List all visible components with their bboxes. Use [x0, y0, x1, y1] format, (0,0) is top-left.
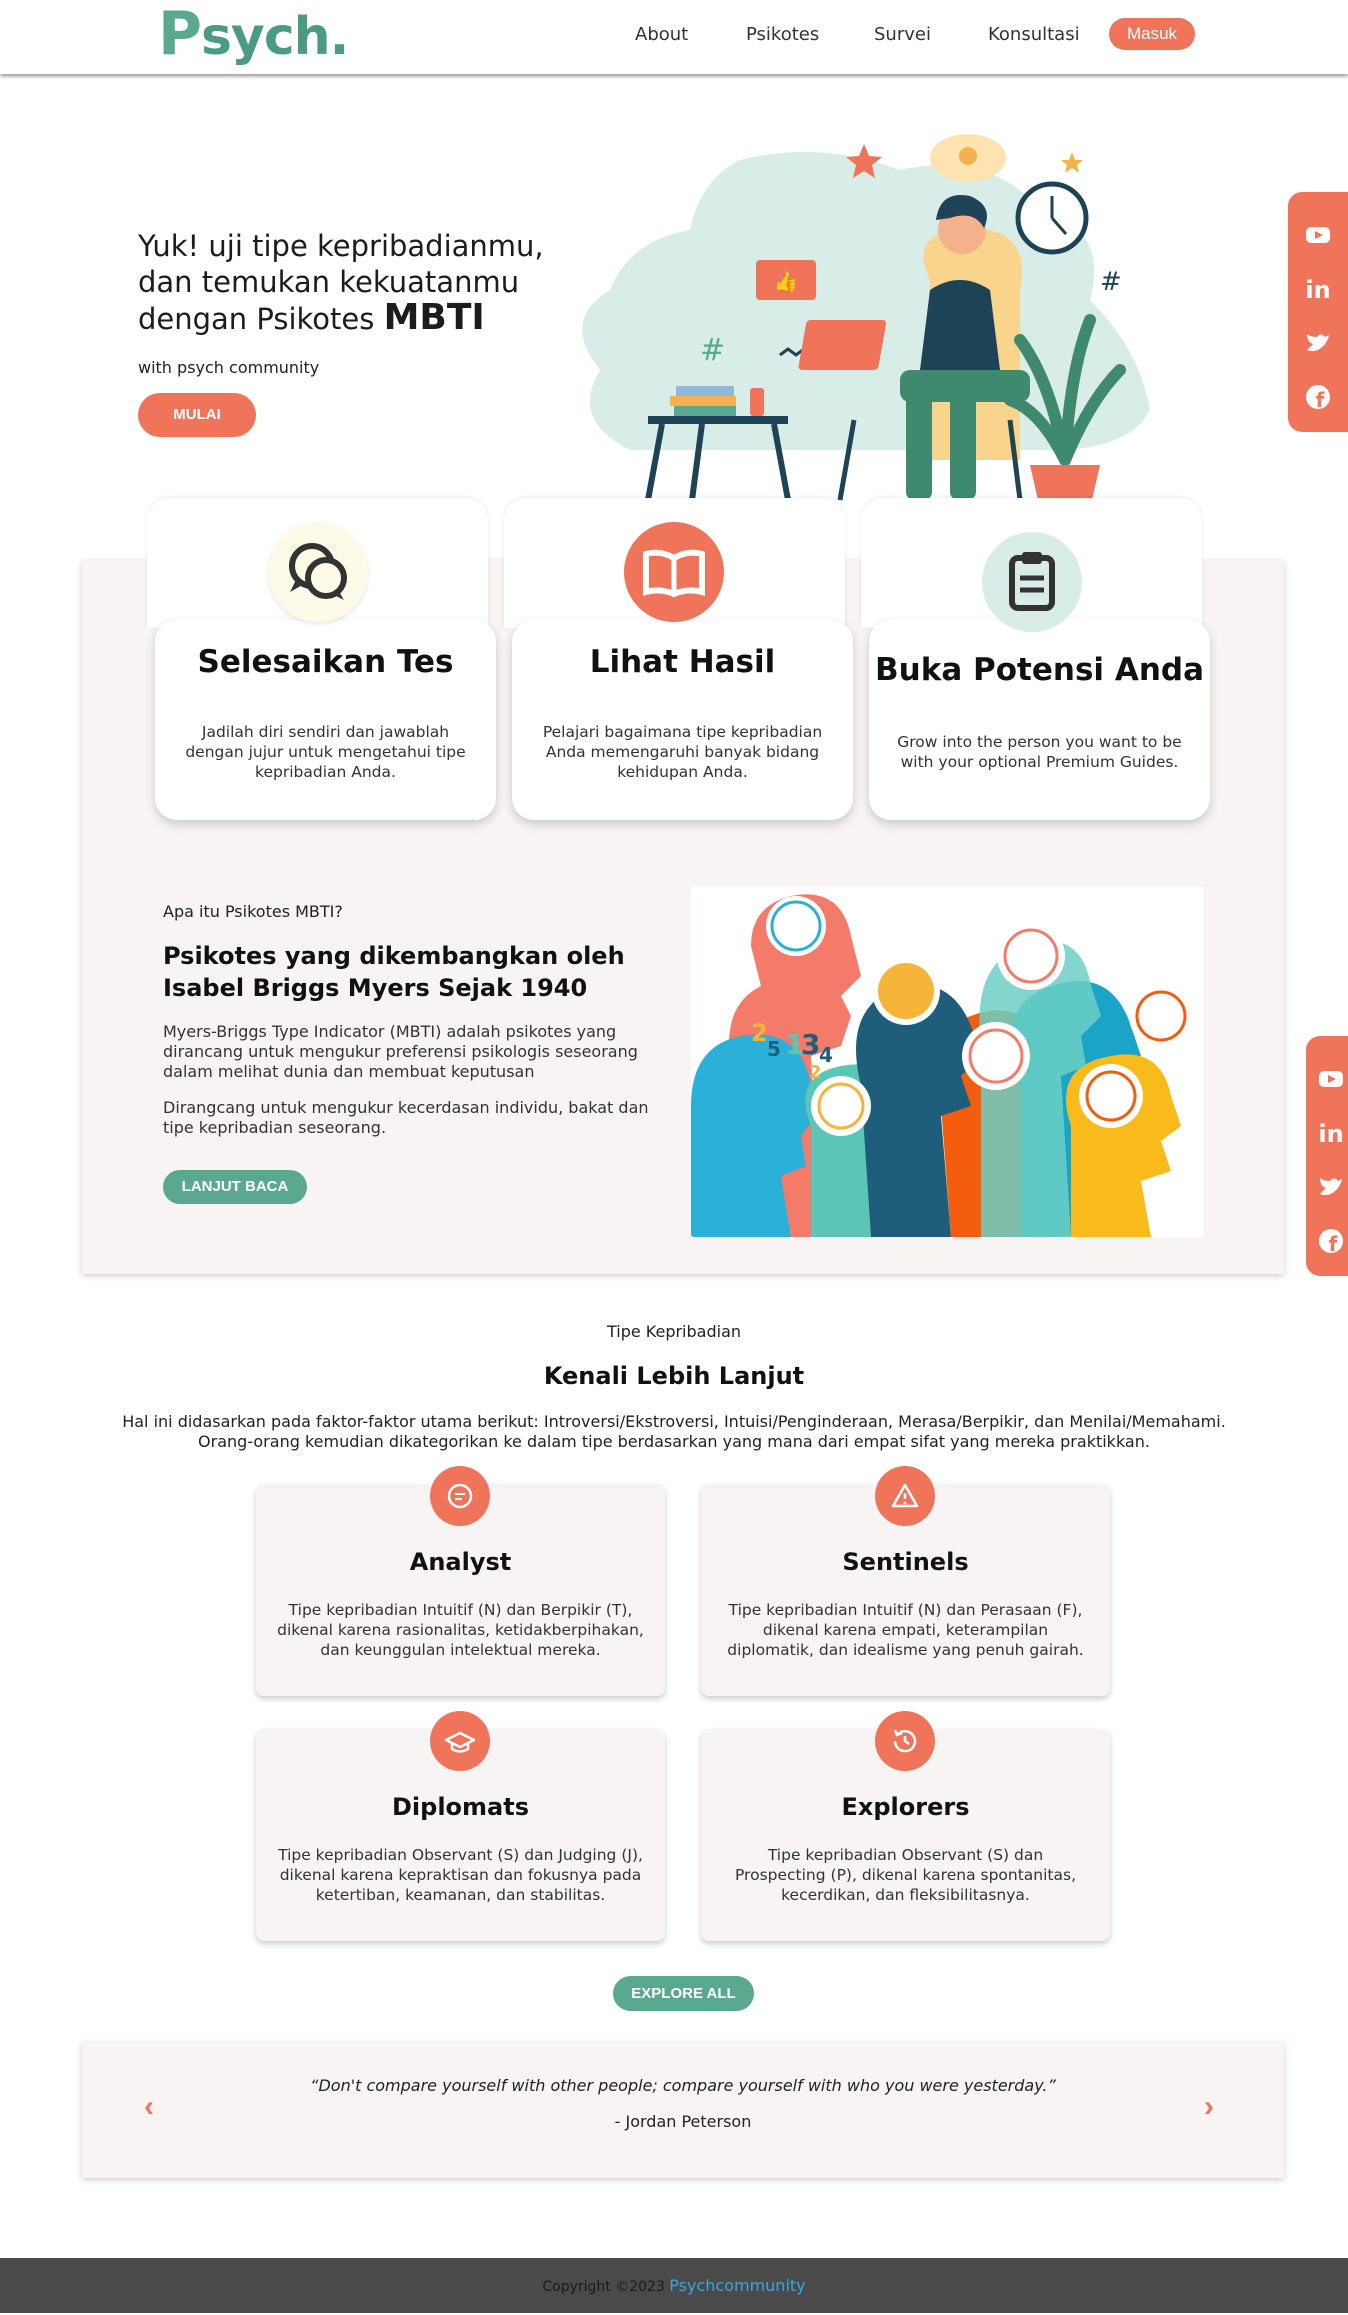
mbti-paragraph-2: Dirangcang untuk mengukur kecerdasan ind… — [163, 1098, 649, 1137]
hero-title: Yuk! uji tipe kepribadianmu, dan temukan… — [138, 229, 544, 338]
nav-link-psikotes[interactable]: Psikotes — [746, 24, 819, 45]
footer: Copyright ©2023 Psychcommunity — [0, 2258, 1348, 2313]
logo[interactable]: Psych. — [158, 4, 349, 67]
svg-text:f: f — [1316, 388, 1325, 412]
twitter-icon[interactable] — [1316, 1172, 1346, 1202]
read-more-button[interactable]: LANJUT BACA — [163, 1170, 307, 1204]
personality-heads-illustration: 2 4 5 1 3 4 2 — [691, 886, 1203, 1237]
login-button[interactable]: Masuk — [1109, 18, 1195, 50]
quote-text: “Don't compare yourself with other peopl… — [310, 2076, 1056, 2095]
type-card-diplomats[interactable]: Diplomats Tipe kepribadian Observant (S)… — [256, 1711, 665, 1941]
svg-text:#: # — [1100, 267, 1122, 297]
nav-link-about[interactable]: About — [635, 24, 688, 45]
clipboard-icon — [982, 532, 1082, 632]
svg-text:in: in — [1305, 276, 1330, 304]
svg-text:3: 3 — [801, 1028, 820, 1061]
quote-next-button[interactable]: › — [1204, 2090, 1214, 2124]
step-card-finish-test: Selesaikan Tes Jadilah diri sendiri dan … — [155, 620, 496, 820]
start-button[interactable]: MULAI — [138, 393, 256, 437]
step-card-unlock-potential: Buka Potensi Anda Grow into the person y… — [869, 620, 1210, 820]
svg-text:#: # — [700, 333, 725, 368]
svg-text:5: 5 — [767, 1037, 781, 1061]
youtube-icon[interactable] — [1316, 1064, 1346, 1094]
graduation-cap-icon — [430, 1711, 490, 1771]
hero-subtitle: with psych community — [138, 358, 320, 377]
linkedin-icon[interactable]: in — [1303, 274, 1333, 304]
step-card-see-results: Lihat Hasil Pelajari bagaimana tipe kepr… — [512, 620, 853, 820]
footer-link[interactable]: Psychcommunity — [669, 2276, 805, 2295]
linkedin-icon[interactable]: in — [1316, 1118, 1346, 1148]
footer-copyright: Copyright ©2023 — [542, 2279, 670, 2295]
hero-illustration: 👍 # # — [582, 134, 1150, 501]
social-bar-bottom: in f — [1306, 1036, 1348, 1276]
nav-link-konsultasi[interactable]: Konsultasi — [988, 24, 1080, 45]
svg-text:👍: 👍 — [774, 269, 799, 293]
twitter-icon[interactable] — [1303, 328, 1333, 358]
types-title: Kenali Lebih Lanjut — [543, 1362, 805, 1390]
social-bar-top: in f — [1288, 192, 1348, 432]
chat-icon — [430, 1466, 490, 1526]
warning-icon — [875, 1466, 935, 1526]
svg-text:2: 2 — [809, 1062, 822, 1083]
svg-text:f: f — [1329, 1232, 1338, 1256]
navbar: Psych. About Psikotes Survei Konsultasi … — [0, 0, 1348, 74]
mbti-paragraph-1: Myers-Briggs Type Indicator (MBTI) adala… — [163, 1022, 638, 1081]
nav-link-survei[interactable]: Survei — [874, 24, 931, 45]
type-card-explorers[interactable]: Explorers Tipe kepribadian Observant (S)… — [701, 1711, 1110, 1941]
quote-author: - Jordan Peterson — [614, 2112, 752, 2131]
chat-bubbles-icon — [268, 522, 368, 622]
type-card-analyst[interactable]: Analyst Tipe kepribadian Intuitif (N) da… — [256, 1466, 665, 1696]
svg-text:in: in — [1318, 1120, 1343, 1148]
type-card-sentinels[interactable]: Sentinels Tipe kepribadian Intuitif (N) … — [701, 1466, 1110, 1696]
types-eyebrow: Tipe Kepribadian — [606, 1322, 742, 1341]
types-description: Hal ini didasarkan pada faktor-faktor ut… — [122, 1412, 1226, 1451]
mbti-title: Psikotes yang dikembangkan oleh Isabel B… — [163, 942, 625, 1002]
quote-carousel: ‹ “Don't compare yourself with other peo… — [82, 2042, 1284, 2178]
explore-all-button[interactable]: EXPLORE ALL — [613, 1976, 754, 2011]
youtube-icon[interactable] — [1303, 220, 1333, 250]
facebook-icon[interactable]: f — [1316, 1226, 1346, 1256]
svg-text:2: 2 — [751, 1019, 768, 1047]
facebook-icon[interactable]: f — [1303, 382, 1333, 412]
mbti-eyebrow: Apa itu Psikotes MBTI? — [163, 902, 343, 921]
open-book-icon — [624, 522, 724, 622]
history-icon — [875, 1711, 935, 1771]
